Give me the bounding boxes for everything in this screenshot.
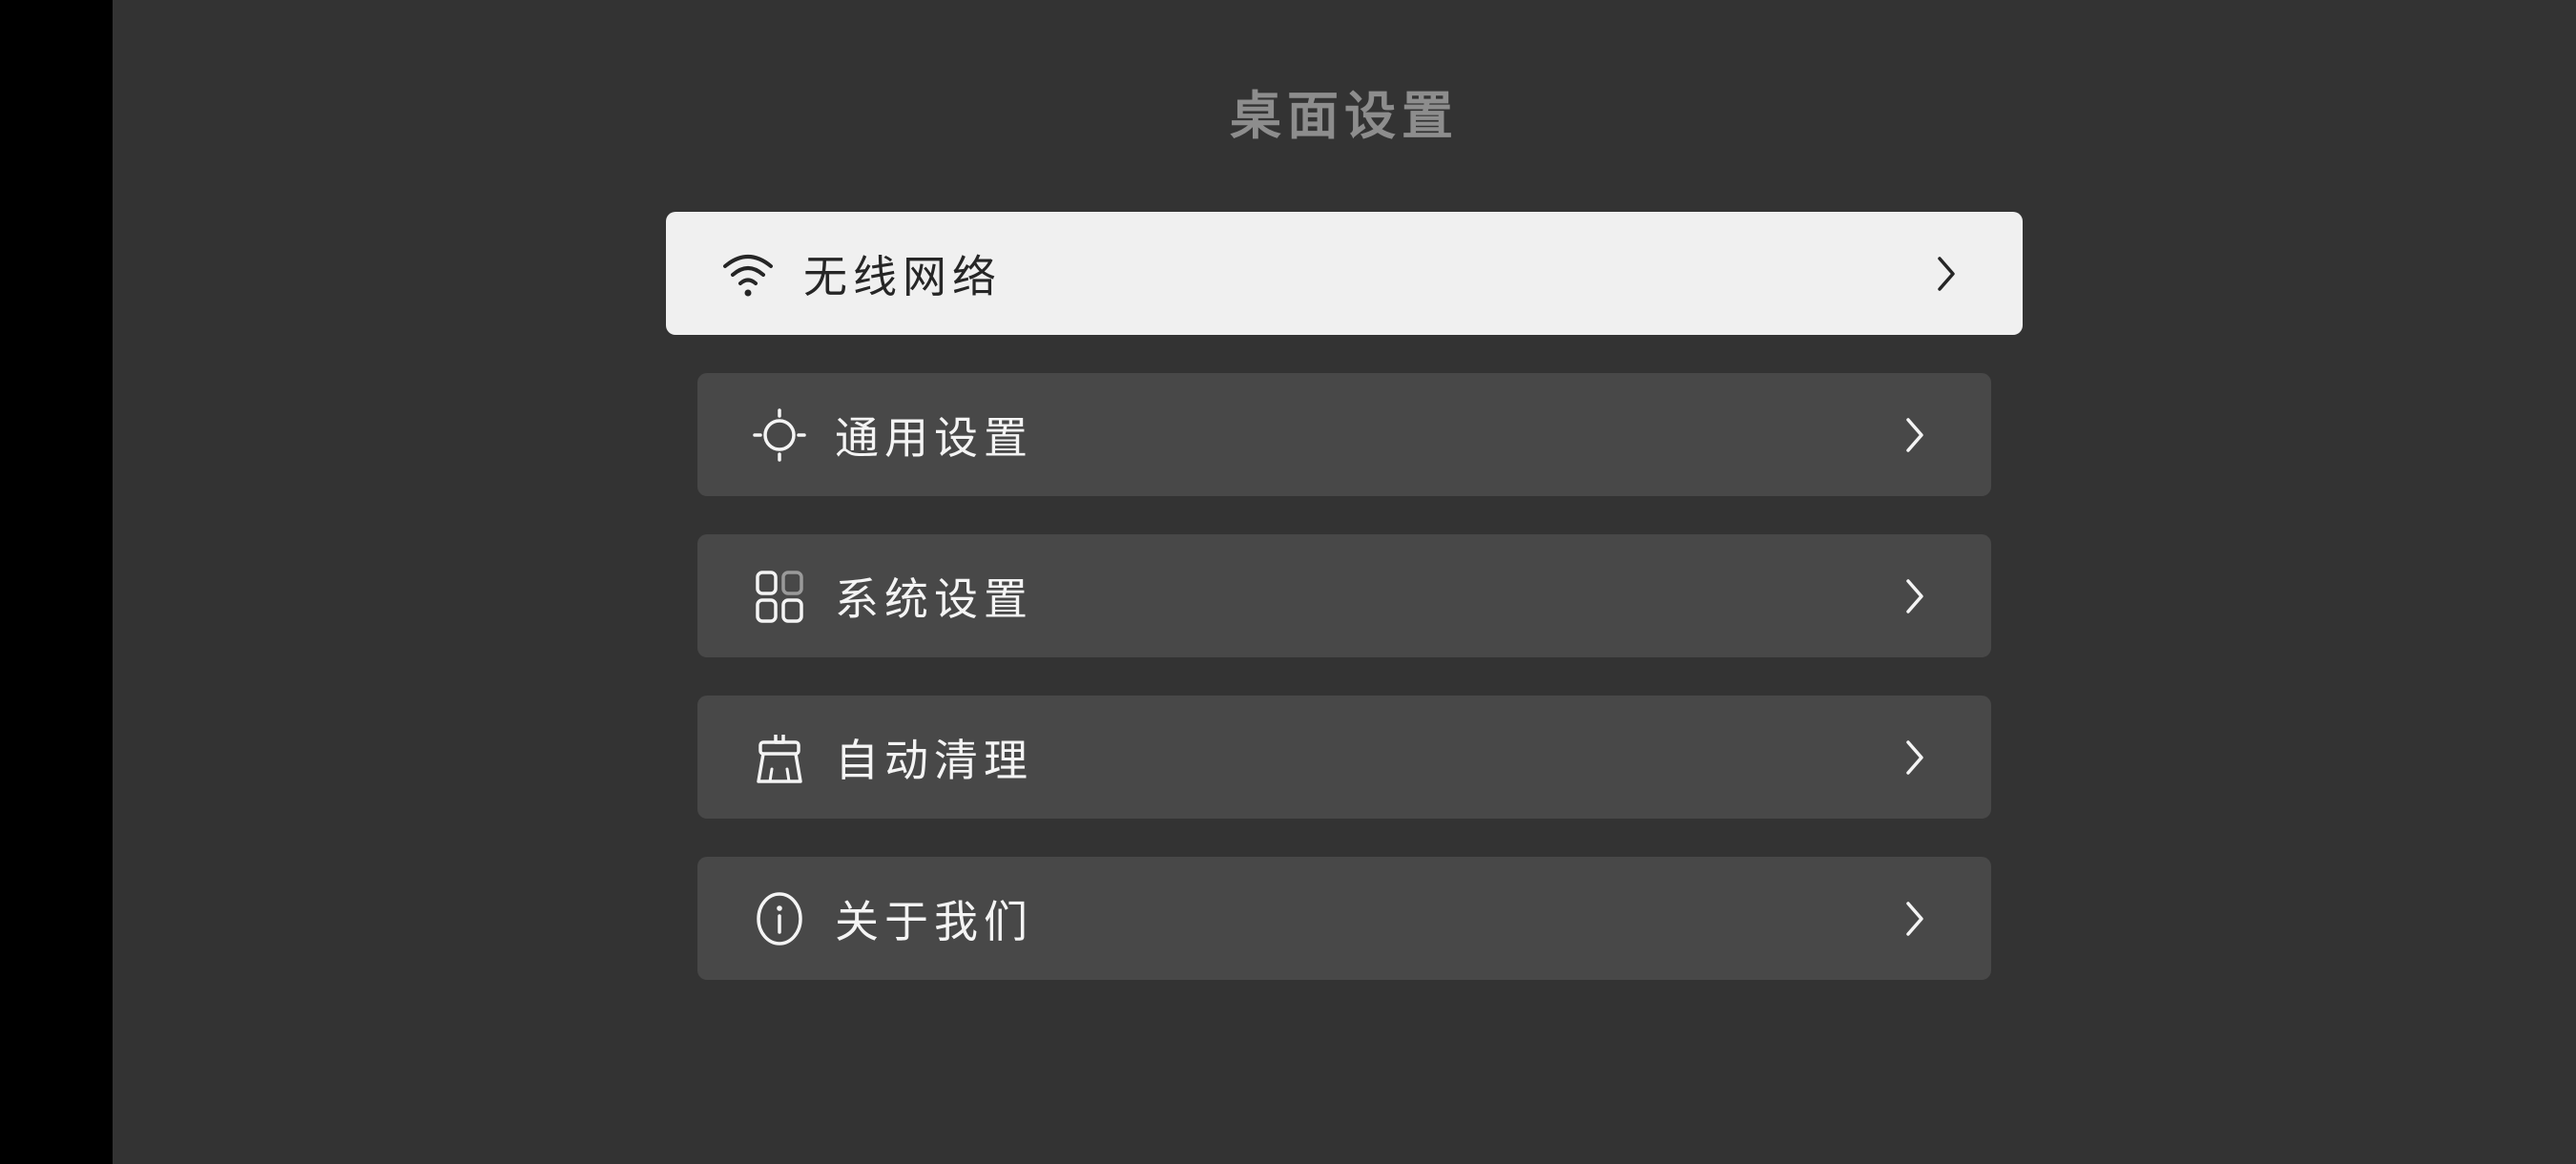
menu-item-label: 通用设置 [835, 411, 1033, 464]
left-black-strip [0, 0, 113, 1164]
wifi-icon [721, 247, 775, 301]
chevron-right-icon [1901, 738, 1928, 777]
menu-item-label: 系统设置 [835, 572, 1033, 625]
broom-icon [753, 731, 806, 784]
menu-item-about-us[interactable]: 关于我们 [697, 857, 1991, 980]
page-title: 桌面设置 [1230, 86, 1459, 146]
sun-icon [753, 407, 806, 462]
menu-item-auto-clean[interactable]: 自动清理 [697, 696, 1991, 819]
menu-item-label: 无线网络 [803, 250, 1002, 302]
chevron-right-icon [1933, 255, 1960, 293]
settings-screen: 桌面设置 无线网络 通用设置 系统设置 自动清理 关于我们 [113, 0, 2576, 1164]
apps-grid-icon [753, 570, 806, 623]
menu-item-label: 关于我们 [835, 895, 1033, 947]
menu-item-label: 自动清理 [835, 734, 1033, 786]
info-icon [753, 891, 806, 946]
menu-item-general-settings[interactable]: 通用设置 [697, 373, 1991, 496]
chevron-right-icon [1901, 416, 1928, 454]
chevron-right-icon [1901, 577, 1928, 615]
menu-item-wireless-network[interactable]: 无线网络 [666, 212, 2023, 335]
menu-item-system-settings[interactable]: 系统设置 [697, 534, 1991, 657]
chevron-right-icon [1901, 900, 1928, 938]
